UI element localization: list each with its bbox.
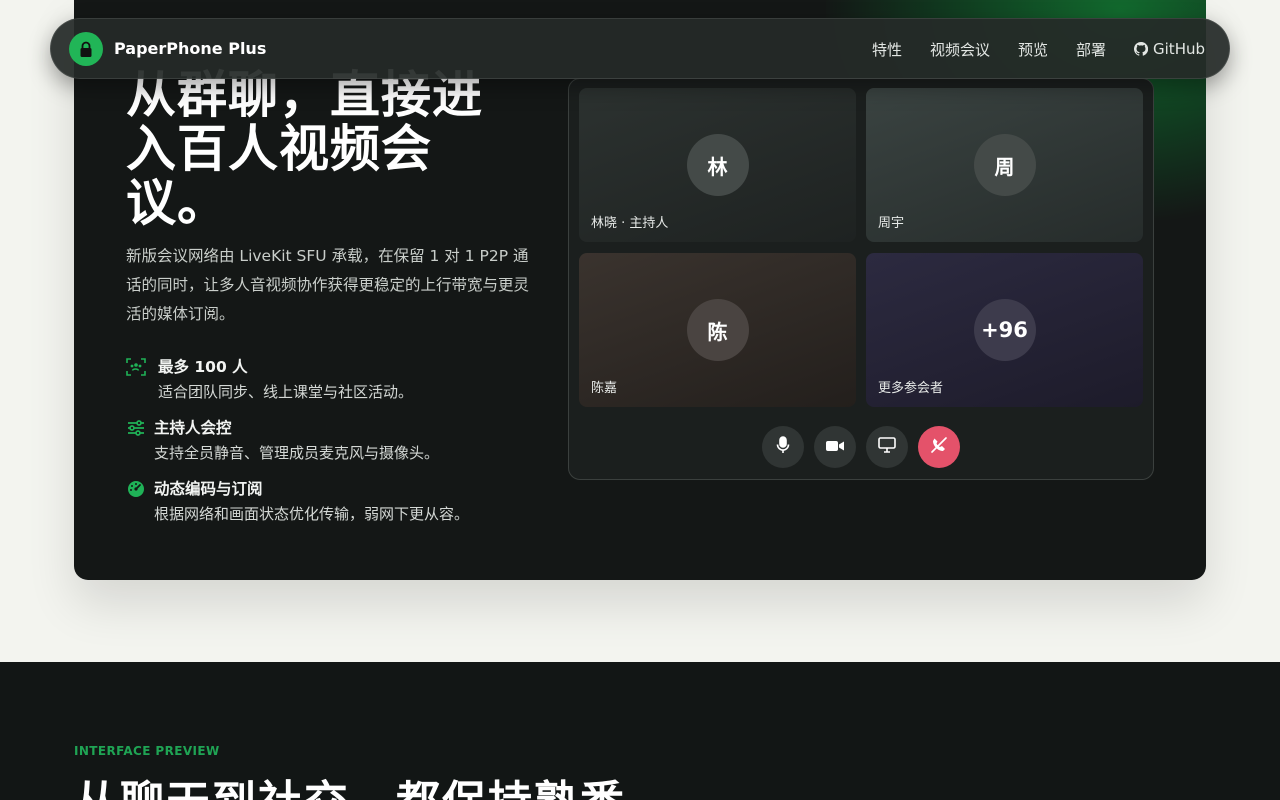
- participant-name: 陈嘉: [591, 381, 618, 396]
- screen-share-button[interactable]: [866, 426, 908, 468]
- nav-link-deploy[interactable]: 部署: [1076, 39, 1106, 60]
- feature-title: 最多 100 人: [158, 358, 248, 376]
- feature-item: 主持人会控 支持全员静音、管理成员麦克风与摄像头。: [126, 415, 546, 465]
- feature-title: 主持人会控: [154, 419, 232, 437]
- nav-links: 特性 视频会议 预览 部署 GitHub: [844, 38, 1205, 60]
- section-eyebrow: INTERFACE PREVIEW: [74, 744, 220, 758]
- feature-desc: 支持全员静音、管理成员麦克风与摄像头。: [154, 444, 440, 462]
- nav-link-github[interactable]: GitHub: [1134, 40, 1205, 58]
- participant-name: 更多参会者: [878, 381, 944, 396]
- participant-tile[interactable]: 林 林晓 · 主持人: [579, 88, 856, 242]
- participant-name: 林晓 · 主持人: [591, 216, 669, 231]
- feature-item: 动态编码与订阅 根据网络和画面状态优化传输，弱网下更从容。: [126, 476, 546, 526]
- nav-link-preview[interactable]: 预览: [1018, 39, 1048, 60]
- feature-desc: 适合团队同步、线上课堂与社区活动。: [158, 383, 414, 401]
- lock-icon[interactable]: [69, 32, 103, 66]
- gauge-icon: [126, 479, 146, 499]
- screen-share-icon: [878, 437, 896, 457]
- more-count-badge: +96: [973, 299, 1036, 361]
- github-label: GitHub: [1153, 40, 1205, 58]
- camera-button[interactable]: [814, 426, 856, 468]
- hero-description: 新版会议网络由 LiveKit SFU 承载，在保留 1 对 1 P2P 通话的…: [126, 247, 530, 323]
- feature-list: 最多 100 人 适合团队同步、线上课堂与社区活动。 主持人会控 支持全员静音、…: [126, 354, 546, 537]
- feature-title: 动态编码与订阅: [154, 480, 263, 498]
- section-title: 从聊天到社交，都保持熟悉: [74, 766, 626, 800]
- camera-icon: [825, 438, 845, 457]
- hero-title: 从群聊，直接进入百人视频会议。: [126, 66, 483, 232]
- participant-tile[interactable]: 周 周宇: [866, 88, 1143, 242]
- more-participants-tile[interactable]: +96 更多参会者: [866, 253, 1143, 407]
- hang-up-icon: [929, 435, 949, 459]
- hero-section: 从群聊，直接进入百人视频会议。 新版会议网络由 LiveKit SFU 承载，在…: [74, 0, 1206, 580]
- users-scan-icon: [126, 357, 146, 377]
- avatar: 林: [686, 134, 749, 196]
- top-navbar: PaperPhone Plus 特性 视频会议 预览 部署 GitHub: [50, 18, 1230, 79]
- github-icon: [1134, 42, 1149, 56]
- avatar: 陈: [686, 299, 749, 361]
- call-controls: [569, 426, 1153, 468]
- microphone-button[interactable]: [762, 426, 804, 468]
- participant-tile[interactable]: 陈 陈嘉: [579, 253, 856, 407]
- nav-link-video-meeting[interactable]: 视频会议: [930, 39, 990, 60]
- nav-link-features[interactable]: 特性: [872, 39, 902, 60]
- brand-name[interactable]: PaperPhone Plus: [114, 38, 266, 60]
- meeting-preview-panel: 林 林晓 · 主持人 周 周宇 陈 陈嘉 +96 更多参会者: [568, 78, 1154, 480]
- feature-desc: 根据网络和画面状态优化传输，弱网下更从容。: [154, 505, 470, 523]
- avatar: 周: [973, 134, 1036, 196]
- microphone-icon: [775, 436, 791, 458]
- hang-up-button[interactable]: [918, 426, 960, 468]
- feature-item: 最多 100 人 适合团队同步、线上课堂与社区活动。: [126, 354, 546, 404]
- participant-name: 周宇: [878, 216, 905, 231]
- sliders-icon: [126, 418, 146, 438]
- interface-preview-section: INTERFACE PREVIEW 从聊天到社交，都保持熟悉: [0, 662, 1280, 800]
